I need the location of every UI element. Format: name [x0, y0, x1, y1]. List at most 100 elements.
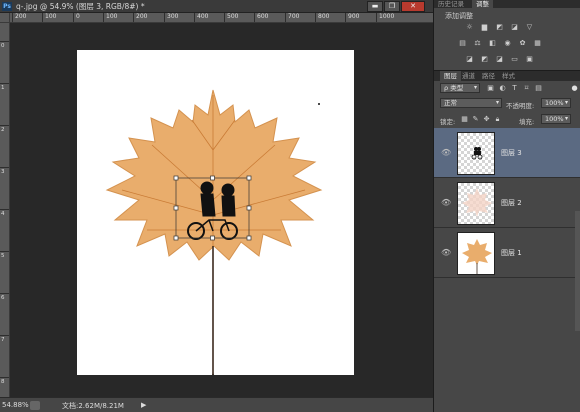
- horizontal-ruler[interactable]: 200 100 0 100 200 300 400 500 600 700 80…: [10, 13, 433, 23]
- layer-name[interactable]: 图层 1: [501, 248, 522, 258]
- ruler-tick: 900: [345, 13, 359, 22]
- status-icon[interactable]: [30, 401, 40, 410]
- tab-channels[interactable]: 通道: [458, 71, 479, 81]
- status-menu-arrow-icon[interactable]: ▶: [141, 401, 146, 409]
- ruler-tick: 200: [12, 13, 26, 22]
- ruler-tick: 100: [103, 13, 117, 22]
- layer-name[interactable]: 图层 2: [501, 198, 522, 208]
- restore-button[interactable]: ❐: [384, 1, 400, 12]
- layers-tab-bar: 图层 通道 路径 样式: [434, 71, 580, 81]
- pixel-filter-icon[interactable]: ▣: [486, 84, 495, 93]
- lock-all-icon[interactable]: 🔒︎: [493, 115, 502, 124]
- channel-mixer-icon[interactable]: ✿: [518, 39, 527, 47]
- vertical-ruler[interactable]: 0 1 2 3 4 5 6 7 8: [0, 23, 10, 397]
- lock-position-icon[interactable]: ✥: [482, 115, 491, 124]
- gradient-map-icon[interactable]: ▭: [510, 55, 519, 63]
- close-button[interactable]: ✕: [401, 1, 425, 12]
- levels-icon[interactable]: ▆: [480, 23, 489, 31]
- right-panels: 历史记录 调整 添加调整 ☼ ▆ ◩ ◪ ▽ ▤ ⚖ ◧ ◉ ✿ ▦ ◪ ◩ ◪…: [433, 0, 580, 412]
- lock-image-icon[interactable]: ✎: [471, 115, 480, 124]
- document-title-bar[interactable]: Ps q-.jpg @ 54.9% (图层 3, RGB/8#) * ▬ ❐ ✕: [0, 0, 433, 13]
- ruler-label: 700: [288, 13, 300, 20]
- blend-mode-select[interactable]: 正常 ▾: [440, 98, 502, 108]
- color-lookup-icon[interactable]: ▦: [533, 39, 542, 47]
- layer-row-3[interactable]: 👁︎ 图层 3: [434, 128, 580, 178]
- chevron-down-icon: ▾: [564, 99, 568, 106]
- lock-transparent-icon[interactable]: ▦: [460, 115, 469, 124]
- tab-paths[interactable]: 路径: [478, 71, 499, 81]
- ruler-label: 3: [1, 169, 5, 175]
- layer-thumbnail[interactable]: [457, 182, 495, 225]
- ruler-label: 300: [167, 13, 179, 20]
- layers-panel: ρ 类型 ▾ ▣ ◐ T ⌑ ▤ ● 正常 ▾ 不透明度: 100% ▾ 锁定:…: [434, 81, 580, 412]
- threshold-icon[interactable]: ◪: [495, 55, 504, 63]
- adjustments-tab-bar: 历史记录 调整: [434, 0, 580, 8]
- ruler-tick: 5: [0, 251, 9, 259]
- fill-input[interactable]: 100% ▾: [541, 114, 571, 124]
- leaf-artwork: [105, 89, 323, 382]
- document-canvas[interactable]: [77, 50, 354, 382]
- vibrance-triangle-icon[interactable]: ▽: [525, 23, 534, 31]
- ruler-tick: 3: [0, 167, 9, 175]
- opacity-input[interactable]: 100% ▾: [541, 98, 571, 108]
- ruler-label: 100: [45, 13, 57, 20]
- ruler-tick: 700: [285, 13, 299, 22]
- ruler-label: 1: [1, 85, 5, 91]
- layer-thumbnail[interactable]: [457, 232, 495, 275]
- fill-value: 100%: [545, 115, 564, 123]
- ruler-tick: 8: [0, 377, 9, 385]
- adjustment-filter-icon[interactable]: ◐: [498, 84, 507, 93]
- tab-adjustments[interactable]: 调整: [472, 0, 493, 8]
- invert-icon[interactable]: ◪: [465, 55, 474, 63]
- ruler-tick: 1000: [376, 13, 394, 22]
- smart-object-filter-icon[interactable]: ▤: [534, 84, 543, 93]
- ruler-label: 6: [1, 295, 5, 301]
- selective-color-icon[interactable]: ▣: [525, 55, 534, 63]
- posterize-icon[interactable]: ◩: [480, 55, 489, 63]
- ruler-label: 200: [15, 13, 27, 20]
- tab-history[interactable]: 历史记录: [434, 0, 468, 8]
- document-size: 文档:2.62M/8.21M: [62, 402, 124, 410]
- visibility-eye-icon[interactable]: 👁︎: [441, 248, 451, 257]
- ruler-tick: 7: [0, 335, 9, 343]
- leaf-thumbnail-icon: [462, 239, 492, 274]
- document-window: Ps q-.jpg @ 54.9% (图层 3, RGB/8#) * ▬ ❐ ✕…: [0, 0, 433, 412]
- layer-row-1[interactable]: 👁︎ 图层 1: [434, 228, 580, 278]
- maple-leaf-image: [105, 89, 323, 261]
- ruler-label: 7: [1, 337, 5, 343]
- faded-leaf-thumbnail-icon: [462, 188, 492, 217]
- document-title: q-.jpg @ 54.9% (图层 3, RGB/8#) *: [16, 2, 145, 11]
- black-white-icon[interactable]: ◧: [488, 39, 497, 47]
- add-adjustment-label: 添加调整: [445, 12, 473, 20]
- shape-filter-icon[interactable]: ⌑: [522, 84, 531, 93]
- hue-saturation-icon[interactable]: ▤: [458, 39, 467, 47]
- color-balance-icon[interactable]: ⚖: [473, 39, 482, 47]
- ruler-label: 900: [348, 13, 360, 20]
- chevron-down-icon: ▾: [495, 99, 499, 106]
- photoshop-logo-icon: Ps: [2, 2, 12, 11]
- ruler-label: 0: [1, 43, 5, 49]
- exposure-icon[interactable]: ◪: [510, 23, 519, 31]
- type-filter-icon[interactable]: T: [510, 84, 519, 93]
- layer-filter-select[interactable]: ρ 类型 ▾: [440, 83, 480, 93]
- layer-thumbnail[interactable]: [457, 132, 495, 175]
- visibility-eye-icon[interactable]: 👁︎: [441, 148, 451, 157]
- curves-icon[interactable]: ◩: [495, 23, 504, 31]
- ruler-tick: 1: [0, 83, 9, 91]
- visibility-eye-icon[interactable]: 👁︎: [441, 198, 451, 207]
- minimize-button[interactable]: ▬: [367, 1, 383, 12]
- layer-filter-value: ρ 类型: [444, 84, 464, 92]
- ruler-label: 5: [1, 253, 5, 259]
- ruler-tick: 500: [224, 13, 238, 22]
- filter-toggle-icon[interactable]: ●: [570, 84, 579, 93]
- layer-row-2[interactable]: 👁︎ 图层 2: [434, 178, 580, 228]
- ruler-label: 100: [106, 13, 118, 20]
- zoom-field[interactable]: 54.88%: [2, 401, 29, 409]
- canvas-area[interactable]: [10, 23, 433, 397]
- layers-scrollbar[interactable]: [575, 211, 580, 331]
- photo-filter-icon[interactable]: ◉: [503, 39, 512, 47]
- layer-name[interactable]: 图层 3: [501, 148, 522, 158]
- brightness-icon[interactable]: ☼: [465, 23, 474, 31]
- tab-styles[interactable]: 样式: [498, 71, 519, 81]
- ruler-origin[interactable]: [0, 13, 10, 23]
